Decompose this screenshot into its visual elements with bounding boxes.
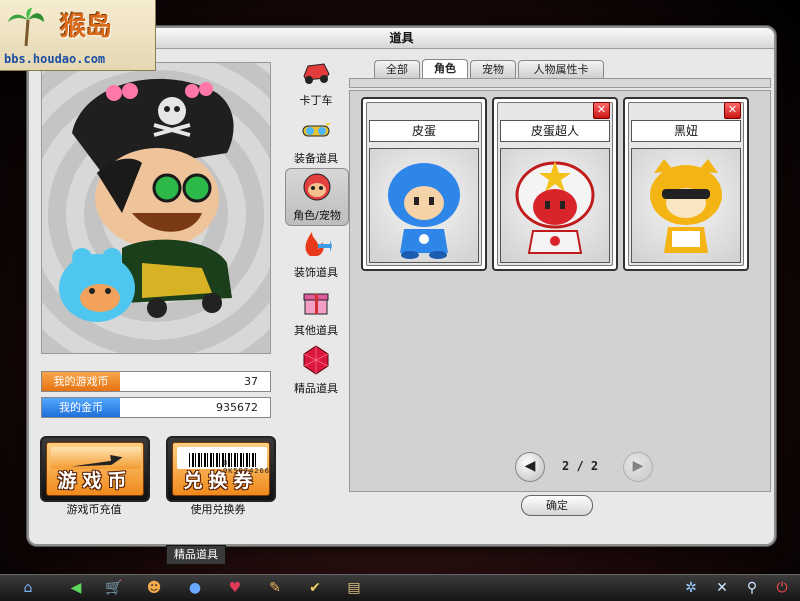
taskbar-network[interactable]: ✲ [681, 578, 701, 598]
network-icon: ✲ [685, 580, 697, 596]
page-indicator: 2 / 2 [562, 459, 599, 473]
character-face-icon [303, 173, 331, 201]
tool-icon: ✎ [269, 580, 281, 596]
guild-icon: ✔ [309, 580, 321, 596]
yellow-character-figure [650, 159, 722, 253]
redeem-voucher-button[interactable]: B 0K5B74266 兑换券 [166, 436, 276, 502]
palm-tree-icon [8, 8, 44, 47]
item-window: 道具 我的游戏币 37 我的金币 935672 游戏币 游戏币充值 B 0K5B… [27, 26, 776, 546]
item-portrait [369, 148, 479, 263]
tab-underline [349, 78, 771, 88]
taskbar-settings[interactable]: ✕ [712, 578, 732, 598]
item-portrait [500, 148, 610, 263]
taskbar-back[interactable]: ◀ [66, 578, 86, 598]
bottom-taskbar: ⌂ ◀ 🛒 ☻ ● ♥ ✎ ✔ ▤ ✲ ✕ ⚲ ⏻ [0, 574, 800, 601]
taskbar-home[interactable]: ⌂ [18, 578, 38, 598]
giftbox-icon [303, 293, 329, 315]
avatar-preview [41, 62, 271, 354]
category-label: 装饰道具 [294, 266, 338, 279]
red-character-figure [515, 161, 595, 254]
category-label: 角色/宠物 [293, 209, 341, 222]
character-icon: ☻ [146, 580, 162, 596]
prev-page-button[interactable]: ◀ [515, 452, 545, 482]
chevron-right-icon: ▶ [632, 458, 644, 474]
taskbar-character[interactable]: ☻ [144, 578, 164, 598]
game-coin-stat: 我的游戏币 37 [41, 371, 271, 392]
game-coin-value: 37 [244, 375, 258, 388]
gold-coin-value: 935672 [216, 401, 258, 414]
category-other[interactable]: 其他道具 [285, 284, 347, 340]
ranking-icon: ● [188, 580, 202, 596]
goggles-icon [302, 118, 331, 137]
category-decoration[interactable]: 装饰道具 [285, 226, 347, 282]
category-label: 卡丁车 [299, 94, 333, 107]
game-coin-label: 我的游戏币 [42, 372, 120, 391]
category-premium[interactable]: 精品道具 [285, 342, 347, 398]
item-card[interactable]: 皮蛋 [361, 97, 487, 271]
item-card[interactable]: ✕ 皮蛋超人 [492, 97, 618, 271]
site-watermark: 猴岛 bbs.houdao.com [0, 0, 156, 71]
taskbar-guild[interactable]: ✔ [305, 578, 325, 598]
search-icon: ⚲ [746, 580, 758, 596]
watermark-site: bbs.houdao.com [4, 52, 106, 66]
taskbar-book[interactable]: ▤ [344, 578, 364, 598]
heart-icon: ♥ [228, 580, 242, 596]
taskbar-heart[interactable]: ♥ [225, 578, 245, 598]
category-label: 精品道具 [294, 382, 338, 395]
category-kart[interactable]: 卡丁车 [285, 54, 347, 110]
taskbar-shop[interactable]: 🛒 [104, 578, 124, 598]
recharge-button-label: 游戏币 [57, 470, 133, 492]
chevron-left-icon: ◀ [524, 458, 536, 474]
taskbar-ranking[interactable]: ● [185, 578, 205, 598]
tab-character[interactable]: 角色 [422, 59, 468, 78]
confirm-button[interactable]: 确定 [521, 495, 593, 516]
flame-arrow-icon [305, 232, 332, 256]
watermark-logo: 猴岛 [60, 12, 113, 42]
category-label: 装备道具 [294, 152, 338, 165]
settings-icon: ✕ [716, 580, 728, 596]
remove-item-button[interactable]: ✕ [593, 102, 610, 119]
next-page-button[interactable]: ▶ [623, 452, 653, 482]
tooltip: 精品道具 [166, 545, 226, 565]
kart-icon [303, 63, 330, 84]
category-label: 其他道具 [294, 324, 338, 337]
shop-cart-icon: 🛒 [105, 580, 123, 596]
back-icon: ◀ [70, 580, 82, 596]
category-equipment[interactable]: 装备道具 [285, 112, 347, 168]
item-name: 黑妞 [631, 120, 741, 142]
item-portrait [631, 148, 741, 263]
taskbar-search[interactable]: ⚲ [742, 578, 762, 598]
home-icon: ⌂ [23, 580, 33, 596]
recharge-caption: 游戏币充值 [66, 503, 122, 516]
avatar-illustration [59, 78, 234, 322]
blue-character-figure [388, 163, 460, 259]
category-character-pet[interactable]: 角色/宠物 [285, 168, 349, 226]
tab-attribute-card[interactable]: 人物属性卡 [518, 60, 604, 78]
item-name: 皮蛋 [369, 120, 479, 142]
gold-coin-label: 我的金币 [42, 398, 120, 417]
item-grid: 皮蛋 ✕ 皮蛋超人 ✕ 黑妞 ◀ 2 / 2 ▶ [349, 90, 771, 492]
taskbar-power[interactable]: ⏻ [772, 578, 792, 598]
item-card[interactable]: ✕ 黑妞 [623, 97, 749, 271]
taskbar-tool[interactable]: ✎ [265, 578, 285, 598]
tab-pet[interactable]: 宠物 [470, 60, 516, 78]
remove-item-button[interactable]: ✕ [724, 102, 741, 119]
recharge-game-coin-button[interactable]: 游戏币 [40, 436, 150, 502]
item-name: 皮蛋超人 [500, 120, 610, 142]
power-icon: ⏻ [776, 580, 788, 596]
book-icon: ▤ [347, 580, 361, 596]
redeem-caption: 使用兑换券 [190, 503, 246, 516]
gold-coin-stat: 我的金币 935672 [41, 397, 271, 418]
tab-all[interactable]: 全部 [374, 60, 420, 78]
ruby-gem-icon [303, 345, 329, 375]
redeem-button-label: 兑换券 [183, 470, 259, 492]
